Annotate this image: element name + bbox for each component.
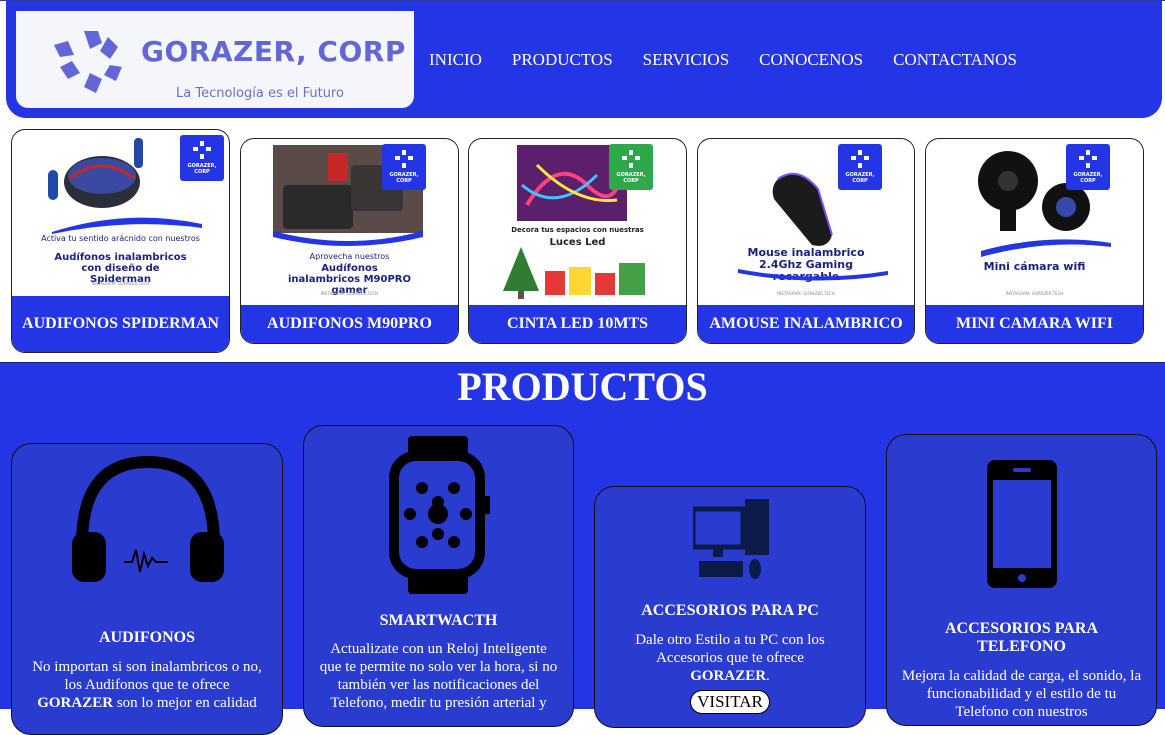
instagram-handle: INSTAGRAM: GORAZER.TECH [777,291,835,296]
nav-productos[interactable]: PRODUCTOS [512,50,613,70]
nav-conocenos[interactable]: CONOCENOS [759,50,863,70]
product-image: GORAZER, CORP Decora tus espacios con nu… [469,139,686,305]
featured-card-spiderman[interactable]: GORAZER, CORP Activa tu sentido arácnido… [11,129,230,353]
product-title: AUDIFONOS [98,629,195,646]
headphones-icon [72,455,224,582]
promo-text-small: Aprovecha nuestros [309,252,390,261]
site-header: GORAZER, CORP La Tecnología es el Futuro… [6,1,1162,118]
nav-servicios[interactable]: SERVICIOS [643,50,730,70]
featured-products: GORAZER, CORP Activa tu sentido arácnido… [0,119,1165,362]
swoosh-decoration [273,231,423,246]
product-description: Dale otro Estilo a tu PC con los Accesor… [635,632,825,684]
brand-name: GORAZER, CORP [141,35,406,68]
instagram-handle: INSTAGRAM: GORAZER.TECH [1005,291,1064,296]
featured-card-led[interactable]: GORAZER, CORP Decora tus espacios con nu… [468,138,687,344]
promo-text-small: Activa tu sentido arácnido con nuestros [41,234,200,243]
brand-badge: GORAZER, CORP [180,135,224,181]
swoosh-decoration [981,239,1111,257]
mouse-icon [772,172,833,246]
product-card-pc[interactable]: ACCESORIOS PARA PC Dale otro Estilo a tu… [594,486,866,728]
product-title: ACCESORIOS PARA TELEFONO [944,620,1099,655]
products-heading: PRODUCTOS [457,364,708,409]
brand-badge: GORAZER, CORP [382,144,426,190]
product-description: Actualizate con un Reloj Inteligente que… [319,641,558,711]
featured-card-mouse[interactable]: GORAZER, CORP Mouse inalambrico 2.4Ghz G… [697,138,915,344]
card-label: AMOUSE INALAMBRICO [698,305,914,343]
smartwatch-icon [389,436,490,594]
logo[interactable]: GORAZER, CORP La Tecnología es el Futuro [16,11,414,108]
nav-contactanos[interactable]: CONTACTANOS [893,50,1017,70]
smartphone-icon [987,460,1057,588]
card-label: AUDIFONOS M90PRO [241,305,458,343]
product-description: No importan si son inalambricos o no, lo… [32,659,262,711]
desktop-pc-icon [693,499,769,579]
christmas-tree-icon [503,247,645,299]
product-card-telefono[interactable]: ACCESORIOS PARA TELEFONO Mejora la calid… [886,434,1157,726]
swoosh-decoration [52,217,202,234]
main-nav: INICIO PRODUCTOS SERVICIOS CONOCENOS CON… [429,50,1017,70]
product-card-smartwatch[interactable]: SMARTWACTH Actualizate con un Reloj Inte… [303,425,574,727]
brand-badge: GORAZER, CORP [838,144,882,190]
brand-tagline: La Tecnología es el Futuro [176,86,344,101]
earbuds-case-icon [48,138,143,208]
card-label: CINTA LED 10MTS [469,305,686,343]
product-title: SMARTWACTH [379,612,498,629]
instagram-handle: INSTAGRAM: GORAZER.TECH [320,291,379,296]
product-card-audifonos[interactable]: AUDIFONOS No importan si son inalambrico… [11,443,283,735]
product-image: GORAZER, CORP Mini cámara wifi INSTAGRAM… [926,139,1143,305]
promo-text-small: Decora tus espacios con nuestras [511,226,644,234]
visit-button-wrap: VISITAR [595,690,865,714]
brand-badge: GORAZER, CORP [609,144,653,190]
logo-pinwheel-icon [54,31,122,93]
brand-badge: GORAZER, CORP [1066,144,1110,190]
instagram-handle: INSTAGRAM: GORAZER.TECH [91,281,150,286]
featured-card-camera[interactable]: GORAZER, CORP Mini cámara wifi INSTAGRAM… [925,138,1144,344]
product-image: GORAZER, CORP Mouse inalambrico 2.4Ghz G… [698,139,914,305]
products-section: PRODUCTOS AUDIFONOS No importan si son i… [0,362,1165,735]
featured-card-m90pro[interactable]: GORAZER, CORP Aprovecha nuestros Audífon… [240,138,459,344]
promo-text-big: Mini cámara wifi [983,260,1086,273]
visit-button[interactable]: VISITAR [690,690,770,714]
product-description: Mejora la calidad de carga, el sonido, l… [901,668,1142,720]
card-label: MINI CAMARA WIFI [926,305,1143,343]
nav-inicio[interactable]: INICIO [429,50,482,70]
product-image: GORAZER, CORP Aprovecha nuestros Audífon… [241,139,458,305]
card-label: AUDIFONOS SPIDERMAN [12,296,229,352]
swoosh-decoration [738,269,888,281]
product-image: GORAZER, CORP Activa tu sentido arácnido… [12,130,229,296]
product-title: ACCESORIOS PARA PC [641,602,819,619]
